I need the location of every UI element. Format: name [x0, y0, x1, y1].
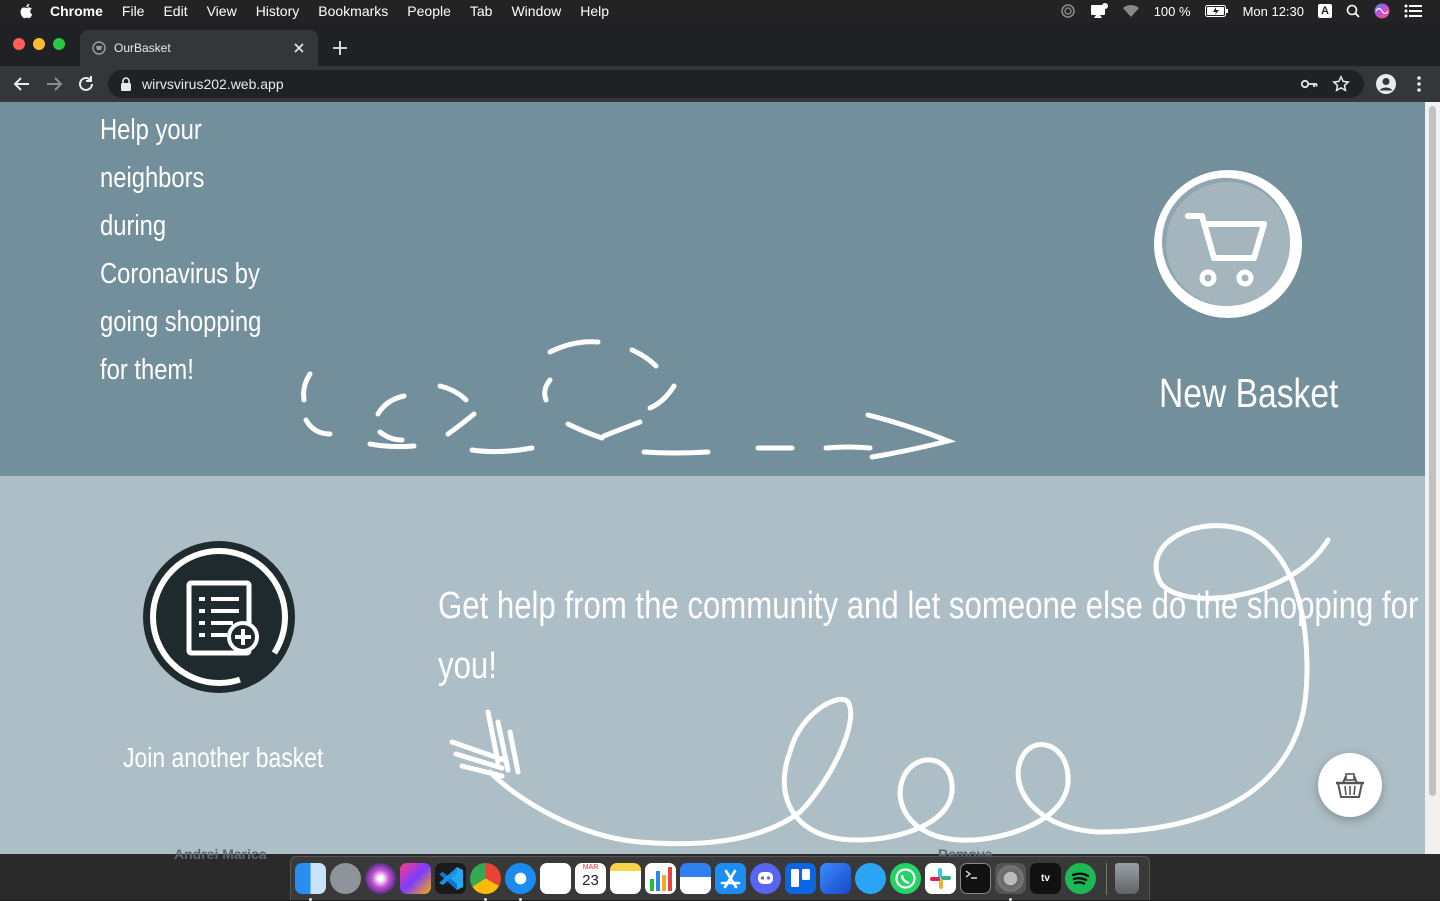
battery-icon[interactable]	[1204, 5, 1229, 17]
window-close-button[interactable]	[13, 38, 25, 50]
dock-vscode[interactable]	[435, 863, 466, 894]
notification-center-icon[interactable]	[1404, 4, 1422, 18]
wifi-icon[interactable]	[1122, 4, 1140, 18]
reload-icon[interactable]	[76, 74, 96, 94]
sync-icon[interactable]	[1060, 3, 1076, 19]
calendar-day: 23	[582, 872, 599, 889]
spotlight-search-icon[interactable]	[1346, 4, 1360, 18]
profile-avatar-icon[interactable]	[1375, 73, 1397, 95]
shopping-cart-icon[interactable]	[1152, 170, 1304, 318]
input-source-indicator[interactable]: A	[1318, 4, 1332, 18]
dock-trello[interactable]	[785, 863, 816, 894]
dock-terminal[interactable]	[960, 863, 991, 894]
dock-separator	[1106, 862, 1107, 895]
dock-apple-tv[interactable]: tv	[1030, 863, 1061, 894]
window-minimize-button[interactable]	[33, 38, 45, 50]
menu-window[interactable]: Window	[511, 3, 561, 19]
menu-view[interactable]: View	[207, 3, 237, 19]
terminal-prompt-icon	[965, 870, 977, 879]
menu-file[interactable]: File	[122, 3, 145, 19]
apple-tv-label: tv	[1041, 873, 1050, 884]
dock-spotify[interactable]	[1065, 863, 1096, 894]
spotify-icon	[1071, 872, 1090, 885]
document-add-icon[interactable]	[143, 541, 295, 693]
vscode-icon	[439, 867, 463, 890]
numbers-chart-icon	[650, 867, 672, 891]
dock-system-preferences[interactable]	[995, 863, 1026, 901]
tab-close-icon[interactable]	[292, 41, 306, 55]
whatsapp-icon	[895, 868, 916, 889]
dock-keynote[interactable]	[680, 863, 711, 894]
app-store-icon	[720, 869, 741, 889]
dock-messages[interactable]	[855, 863, 886, 894]
address-bar[interactable]: wirvsvirus202.web.app	[108, 70, 1364, 98]
bookmark-star-icon[interactable]	[1332, 75, 1350, 93]
macos-dock: MAR 23 tv	[290, 856, 1150, 901]
new-basket-label[interactable]: New Basket	[1159, 370, 1338, 417]
back-arrow-icon[interactable]	[12, 74, 32, 94]
basket-fab-button[interactable]	[1318, 753, 1382, 817]
menu-help[interactable]: Help	[580, 3, 609, 19]
new-tab-icon[interactable]	[330, 38, 350, 58]
dock-jetbrains-toolbox[interactable]	[400, 863, 431, 894]
more-menu-icon[interactable]	[1408, 73, 1430, 95]
dock-pages[interactable]	[820, 863, 851, 894]
menubar-clock[interactable]: Mon 12:30	[1243, 4, 1304, 19]
menu-tab[interactable]: Tab	[470, 3, 493, 19]
dock-app-store[interactable]	[715, 863, 746, 894]
menubar-status-area: 100 % Mon 12:30 A	[1060, 0, 1422, 22]
dock-reminders[interactable]	[540, 863, 571, 894]
dock-calendar[interactable]: MAR 23	[575, 863, 606, 894]
dock-whatsapp[interactable]	[890, 863, 921, 894]
dock-discord[interactable]	[750, 863, 781, 894]
dock-slack[interactable]	[925, 863, 956, 894]
battery-percent: 100 %	[1153, 3, 1191, 19]
slack-icon	[930, 868, 951, 889]
forward-arrow-icon[interactable]	[44, 74, 64, 94]
browser-window: OurBasket wirvsvirus202.web.app Help you…	[0, 22, 1440, 854]
menu-edit[interactable]: Edit	[163, 3, 187, 19]
menu-people[interactable]: People	[407, 3, 451, 19]
tab-title: OurBasket	[114, 41, 171, 55]
background-window-text: Andrei Marica	[174, 846, 267, 862]
join-basket-label[interactable]: Join another basket	[123, 742, 323, 774]
lock-icon[interactable]	[120, 77, 132, 91]
trello-icon	[791, 869, 810, 887]
page-viewport: Help your neighbors during Coronavirus b…	[0, 102, 1440, 854]
dock-chrome[interactable]	[470, 863, 501, 901]
community-help-text: Get help from the community and let some…	[438, 585, 1419, 687]
notification-icon[interactable]	[1090, 3, 1108, 19]
dock-numbers[interactable]	[645, 863, 676, 894]
key-icon[interactable]	[1300, 75, 1318, 93]
discord-icon	[758, 872, 773, 884]
menu-app-name[interactable]: Chrome	[50, 3, 103, 19]
dock-safari[interactable]	[505, 863, 536, 901]
hero-tagline: Help your neighbors during Coronavirus b…	[100, 114, 262, 386]
dock-launchpad[interactable]	[330, 863, 361, 894]
dock-finder[interactable]	[295, 863, 326, 901]
macos-menubar: Chrome File Edit View History Bookmarks …	[0, 0, 1440, 22]
calendar-month: MAR	[582, 864, 599, 871]
browser-toolbar: wirvsvirus202.web.app	[0, 66, 1440, 102]
basket-icon	[1336, 773, 1364, 798]
apple-icon[interactable]	[18, 2, 36, 20]
address-url[interactable]: wirvsvirus202.web.app	[142, 76, 1300, 92]
page-scrollbar-thumb[interactable]	[1429, 106, 1436, 796]
dock-trash[interactable]	[1115, 863, 1139, 894]
dock-notes[interactable]	[610, 863, 641, 894]
window-zoom-button[interactable]	[53, 38, 65, 50]
tab-strip: OurBasket	[0, 22, 1440, 66]
tab-ourbasket[interactable]: OurBasket	[80, 30, 318, 66]
dock-siri[interactable]	[365, 863, 396, 894]
siri-icon[interactable]	[1374, 3, 1390, 19]
menu-history[interactable]: History	[256, 3, 300, 19]
favicon-icon	[92, 41, 106, 55]
menu-bookmarks[interactable]: Bookmarks	[318, 3, 388, 19]
